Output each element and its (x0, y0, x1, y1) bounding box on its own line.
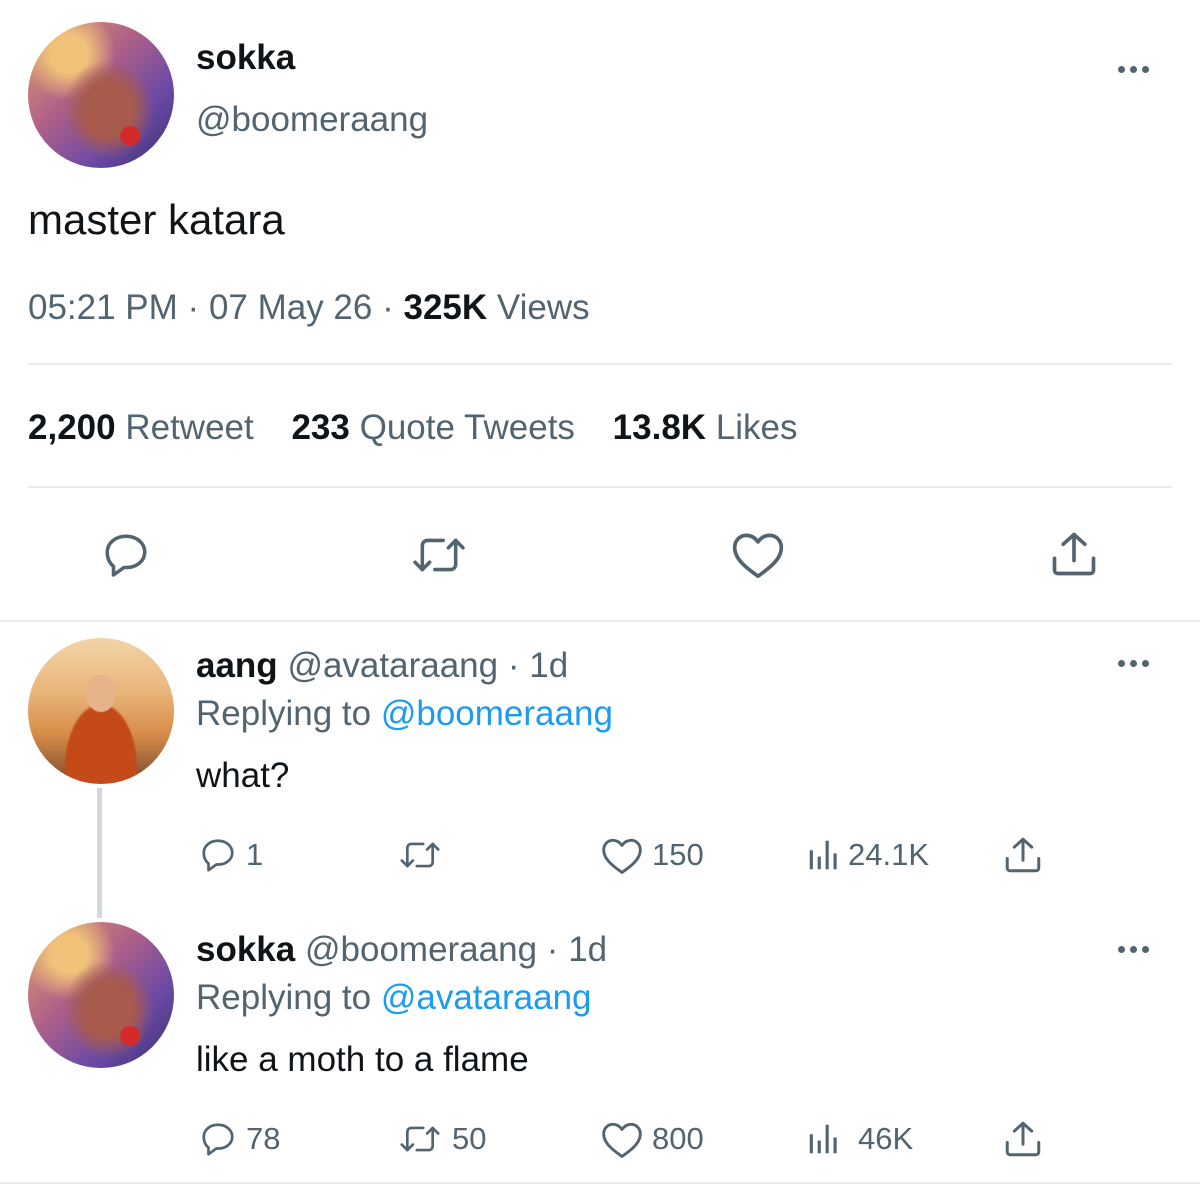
avatar[interactable] (28, 638, 174, 784)
replying-to: Replying to @avataraang (196, 978, 592, 1018)
header-separator: · (546, 930, 559, 969)
reply-text: what? (196, 756, 290, 795)
tweet-date[interactable]: 07 May 26 (209, 288, 372, 327)
share-button[interactable] (1048, 528, 1100, 580)
divider (0, 620, 1200, 622)
reply-button[interactable]: 1 (198, 836, 263, 874)
like-count: 150 (652, 837, 704, 872)
divider (0, 1182, 1200, 1184)
engagement-stats: 2,200 Retweet 233 Quote Tweets 13.8K Lik… (28, 408, 798, 448)
heart-icon (602, 1122, 642, 1158)
reply-button[interactable]: 78 (198, 1120, 280, 1158)
more-icon[interactable] (1118, 946, 1149, 953)
more-icon[interactable] (1118, 660, 1149, 667)
replying-label: Replying to (196, 978, 372, 1017)
like-button[interactable] (730, 528, 786, 580)
share-icon (1052, 532, 1096, 576)
reply-count: 78 (246, 1121, 281, 1156)
mention-link[interactable]: @boomeraang (381, 694, 613, 733)
replying-label: Replying to (196, 694, 372, 733)
mention-link[interactable]: @avataraang (381, 978, 592, 1017)
divider (28, 363, 1172, 365)
tweet-time[interactable]: 05:21 PM (28, 288, 178, 327)
quotes-stat[interactable]: 233 Quote Tweets (291, 408, 584, 447)
divider (28, 486, 1172, 488)
tweet-meta: 05:21 PM · 07 May 26 · 325K Views (28, 288, 590, 328)
like-button[interactable]: 800 (600, 1118, 704, 1160)
retweet-icon (400, 1126, 440, 1152)
more-icon[interactable] (1118, 66, 1149, 73)
display-name[interactable]: sokka (196, 930, 295, 969)
header-separator: · (507, 646, 520, 685)
views-icon (809, 840, 837, 870)
retweet-button[interactable] (408, 530, 470, 580)
views-count: 325K (403, 288, 488, 327)
tweet-age[interactable]: 1d (529, 646, 568, 685)
tweet-age[interactable]: 1d (568, 930, 607, 969)
share-icon (1005, 1121, 1041, 1157)
retweet-count: 50 (452, 1121, 487, 1156)
views-button[interactable]: 24.1K (804, 836, 929, 874)
display-name[interactable]: sokka (196, 38, 295, 78)
handle[interactable]: @avataraang (287, 646, 498, 685)
share-button[interactable] (1002, 834, 1044, 876)
likes-label: Likes (715, 408, 798, 447)
views-icon (809, 1124, 837, 1154)
display-name[interactable]: aang (196, 646, 278, 685)
handle[interactable]: @boomeraang (305, 930, 537, 969)
avatar[interactable] (28, 22, 174, 168)
meta-separator: · (187, 288, 209, 327)
retweet-icon (400, 842, 440, 868)
retweet-button[interactable] (396, 836, 452, 874)
handle[interactable]: @boomeraang (196, 100, 428, 140)
reply-header: sokka @boomeraang · 1d (196, 930, 607, 970)
reply-text: like a moth to a flame (196, 1040, 529, 1079)
retweets-stat[interactable]: 2,200 Retweet (28, 408, 263, 447)
retweets-label: Retweet (125, 408, 254, 447)
reply-icon (105, 534, 147, 577)
likes-count: 13.8K (612, 408, 707, 447)
views-button[interactable]: 46K (804, 1120, 913, 1158)
meta-separator: · (382, 288, 404, 327)
like-count: 800 (652, 1121, 704, 1156)
reply-icon (202, 839, 234, 872)
thread-line (97, 788, 102, 918)
like-button[interactable]: 150 (600, 834, 704, 876)
view-count: 46K (858, 1121, 914, 1156)
quotes-count: 233 (291, 408, 350, 447)
view-count: 24.1K (848, 837, 930, 872)
retweet-button[interactable]: 50 (396, 1120, 486, 1158)
tweet-text: master katara (28, 196, 285, 243)
replying-to: Replying to @boomeraang (196, 694, 613, 734)
reply-header: aang @avataraang · 1d (196, 646, 568, 686)
avatar[interactable] (28, 922, 174, 1068)
heart-icon (602, 838, 642, 874)
views-label: Views (496, 288, 590, 327)
quotes-label: Quote Tweets (359, 408, 575, 447)
share-icon (1005, 837, 1041, 873)
likes-stat[interactable]: 13.8K Likes (613, 408, 798, 447)
retweet-icon (413, 538, 465, 572)
share-button[interactable] (1002, 1118, 1044, 1160)
retweets-count: 2,200 (28, 408, 116, 447)
reply-count: 1 (246, 837, 264, 872)
reply-button[interactable] (100, 530, 152, 580)
reply-icon (202, 1123, 234, 1156)
heart-icon (732, 533, 784, 579)
